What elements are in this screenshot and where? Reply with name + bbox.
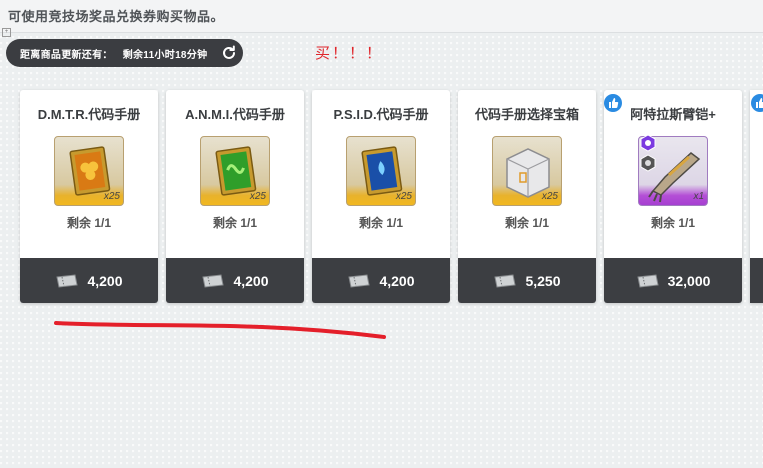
red-underline-annotation: [54, 321, 386, 339]
